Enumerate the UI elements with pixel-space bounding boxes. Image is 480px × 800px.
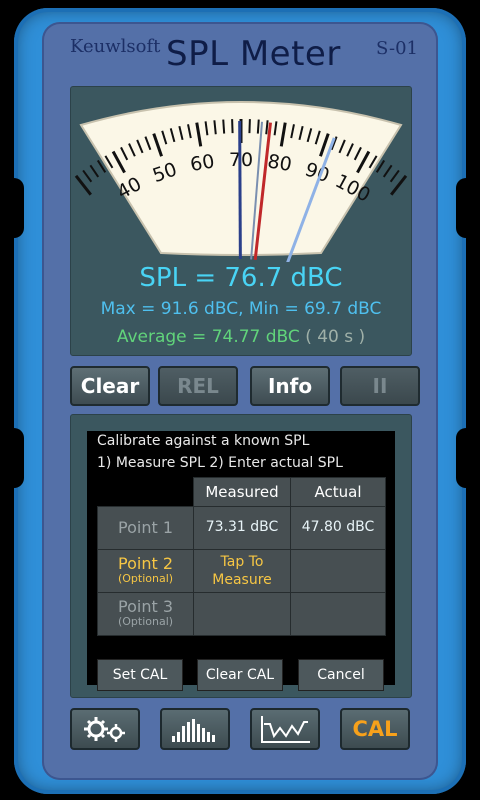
point-2-name: Point 2 xyxy=(118,554,173,573)
bar-spectrum-icon xyxy=(172,719,215,742)
measured-header: Measured xyxy=(193,477,291,507)
info-button[interactable]: Info xyxy=(250,366,330,406)
point-3-actual[interactable] xyxy=(290,592,386,636)
point-2-actual[interactable] xyxy=(290,549,386,593)
frame-grip xyxy=(456,428,476,488)
point-2-tap-to-measure[interactable]: Tap To Measure xyxy=(193,549,291,593)
scale-tick xyxy=(213,120,217,135)
cal-button[interactable]: CAL xyxy=(340,708,410,750)
history-graph-button[interactable] xyxy=(250,708,320,750)
pause-button[interactable]: II xyxy=(340,366,420,406)
calibration-dialog: Calibrate against a known SPL 1) Measure… xyxy=(87,431,395,691)
calibration-steps: 1) Measure SPL 2) Enter actual SPL xyxy=(97,455,343,471)
settings-button[interactable] xyxy=(70,708,140,750)
point-3-optional: (Optional) xyxy=(117,615,174,628)
duration-value: ( 40 s ) xyxy=(305,327,366,347)
frame-grip xyxy=(456,178,476,238)
scale-tick xyxy=(265,120,269,135)
model-label: S-01 xyxy=(376,38,418,59)
spectrum-button[interactable] xyxy=(160,708,230,750)
point-2-label[interactable]: Point 2 (Optional) xyxy=(97,549,194,593)
point-1-actual[interactable]: 47.80 dBC xyxy=(290,506,386,550)
frame-grip xyxy=(4,178,24,238)
spl-readout: SPL = 76.7 dBC xyxy=(139,263,343,293)
actual-header: Actual xyxy=(290,477,386,507)
cal-button-label: CAL xyxy=(352,717,398,741)
clear-button[interactable]: Clear xyxy=(70,366,150,406)
gears-icon xyxy=(84,717,125,742)
calibration-instruction: Calibrate against a known SPL xyxy=(97,433,310,449)
frame-grip xyxy=(4,428,24,488)
point-1-measured[interactable]: 73.31 dBC xyxy=(193,506,291,550)
min-needle xyxy=(238,120,242,260)
rel-button[interactable]: REL xyxy=(158,366,238,406)
scale-tick xyxy=(222,119,226,134)
scale-label: 60 xyxy=(189,150,216,176)
max-min-readout: Max = 91.6 dBC, Min = 69.7 dBC xyxy=(100,299,382,319)
cancel-button[interactable]: Cancel xyxy=(298,659,384,691)
meter-controls: Clear REL Info II xyxy=(70,366,420,408)
clear-cal-button[interactable]: Clear CAL xyxy=(197,659,283,691)
app-title: SPL Meter xyxy=(166,34,341,74)
meter-panel: 405060708090100 SPL = 76.7 dBC Max = 91.… xyxy=(70,86,412,356)
point-3-name: Point 3 xyxy=(118,597,173,616)
brand-label: Keuwlsoft xyxy=(70,36,161,57)
set-cal-button[interactable]: Set CAL xyxy=(97,659,183,691)
analog-meter: 405060708090100 xyxy=(74,101,408,262)
point-3-label[interactable]: Point 3 (Optional) xyxy=(97,592,194,636)
calibration-panel: Calibrate against a known SPL 1) Measure… xyxy=(70,414,412,698)
average-value: Average = 74.77 dBC xyxy=(116,327,300,347)
point-2-optional: (Optional) xyxy=(117,572,174,585)
scale-tick xyxy=(89,164,100,178)
scale-tick xyxy=(256,119,260,134)
scale-label: 80 xyxy=(266,150,293,176)
average-readout: Average = 74.77 dBC ( 40 s ) xyxy=(71,327,411,347)
waveform-graph-icon xyxy=(261,716,310,743)
point-3-measured[interactable] xyxy=(193,592,291,636)
point-1-name: Point 1 xyxy=(118,518,173,537)
bottom-nav: CAL xyxy=(70,708,410,752)
scale-tick xyxy=(382,164,393,178)
scale-tick xyxy=(82,169,93,183)
scale-tick xyxy=(389,169,400,183)
point-1-label[interactable]: Point 1 xyxy=(97,506,194,550)
